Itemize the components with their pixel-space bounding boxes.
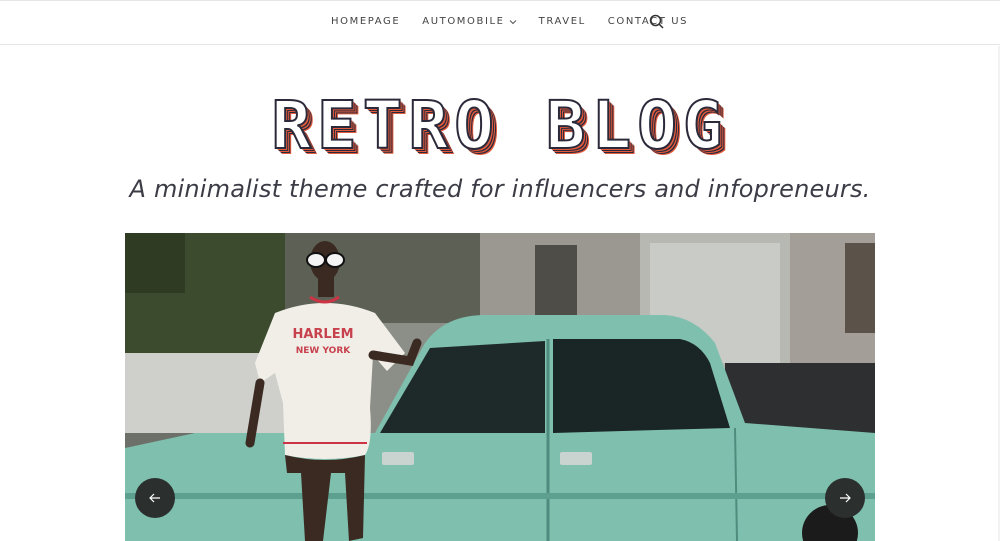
nav-item-label: AUTOMOBILE — [422, 16, 505, 27]
nav-item-label: HOMEPAGE — [331, 16, 401, 27]
site-logo[interactable]: RETRO BLOG — [0, 86, 1000, 166]
hero-image: HARLEM NEW YORK — [125, 233, 875, 541]
arrow-left-icon — [149, 490, 161, 506]
chevron-down-icon — [509, 18, 517, 26]
slider-next-button[interactable] — [825, 478, 865, 518]
search-icon[interactable] — [648, 13, 666, 31]
nav-item-label: TRAVEL — [538, 16, 586, 27]
shirt-text-line1: HARLEM — [292, 327, 353, 342]
shirt-text-line2: NEW YORK — [296, 346, 352, 356]
hero-slider: HARLEM NEW YORK — [125, 233, 875, 541]
nav-item-homepage[interactable]: HOMEPAGE — [331, 16, 400, 27]
top-navigation: HOMEPAGE AUTOMOBILE TRAVEL CONTACT US — [0, 0, 1000, 45]
slider-prev-button[interactable] — [135, 478, 175, 518]
nav-item-automobile[interactable]: AUTOMOBILE — [422, 16, 516, 27]
arrow-right-icon — [839, 490, 851, 506]
nav-item-travel[interactable]: TRAVEL — [539, 16, 586, 27]
site-title: RETRO BLOG — [270, 86, 729, 165]
site-tagline: A minimalist theme crafted for influence… — [129, 175, 871, 203]
